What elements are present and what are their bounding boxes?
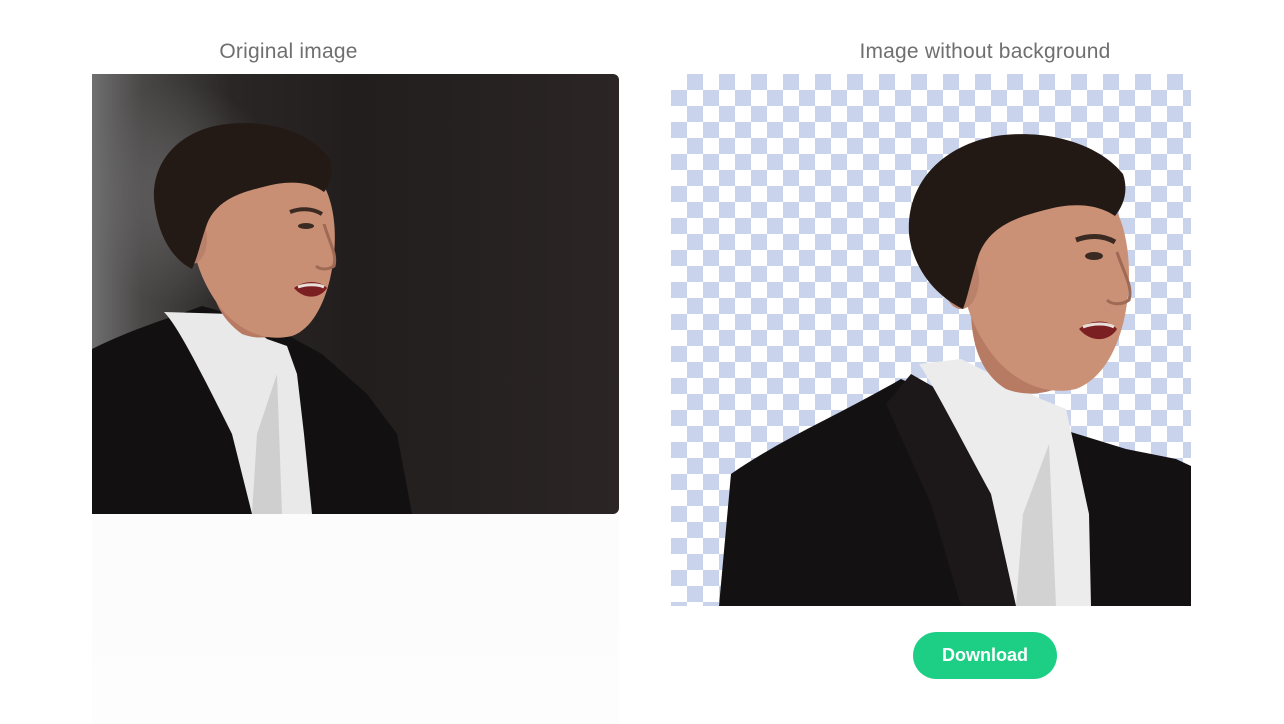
download-button[interactable]: Download: [913, 632, 1057, 679]
original-image: [92, 74, 619, 514]
original-image-title: Original image: [219, 40, 358, 63]
result-image-title: Image without background: [859, 40, 1111, 63]
background-removed-image: [671, 74, 1191, 606]
original-image-underlay: [92, 514, 619, 724]
